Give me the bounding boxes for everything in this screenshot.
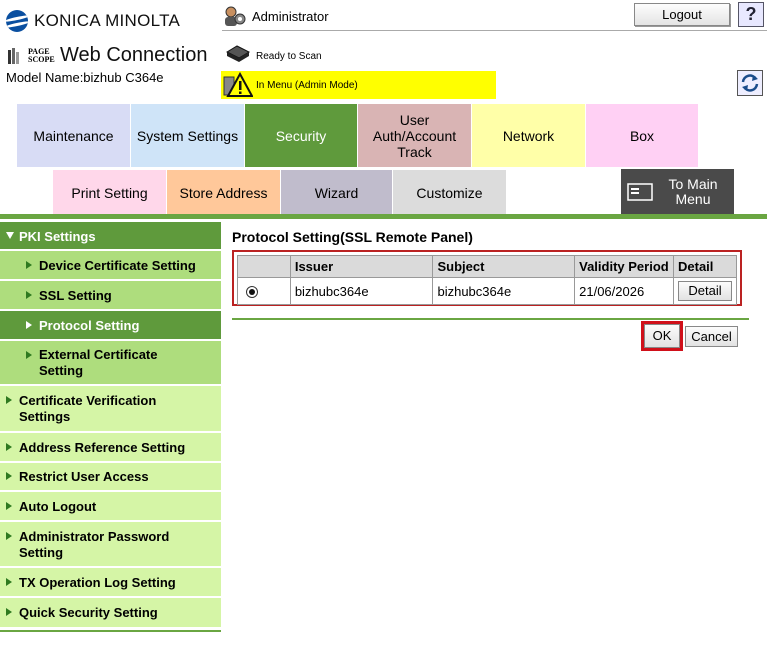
mode-status: In Menu (Admin Mode) [256,80,358,91]
konica-minolta-globe-icon [6,10,28,32]
sidebar-item-address-reference-setting[interactable]: Address Reference Setting [0,433,221,462]
tab-customize[interactable]: Customize [393,170,506,215]
arrow-right-icon [6,608,12,616]
konica-minolta-logo: KONICA MINOLTA [6,8,206,34]
certificate-table: Issuer Subject Validity Period Detail bi… [237,255,737,305]
arrow-right-icon [6,472,12,480]
detail-cell: Detail [673,277,737,305]
sidebar-item-external-certificate-setting[interactable]: External Certificate Setting [0,341,221,385]
content-divider [232,318,749,320]
help-button[interactable]: ? [738,2,764,27]
refresh-icon[interactable] [737,70,763,96]
pagescope-small-text: PAGE SCOPE [28,46,55,64]
tab-divider [0,214,767,219]
user-label: Administrator [252,9,329,24]
sidebar-item-label: Address Reference Setting [19,440,186,455]
sidebar-item-label: Protocol Setting [39,318,140,333]
tab-security[interactable]: Security [245,104,357,167]
table-row: bizhubc364e bizhubc364e 21/06/2026 Detai… [237,277,737,305]
tab-print-setting[interactable]: Print Setting [53,170,166,215]
validity-cell: 21/06/2026 [574,277,674,305]
column-header-subject: Subject [432,255,576,278]
sidebar-item-quick-security-setting[interactable]: Quick Security Setting [0,598,221,628]
subject-cell: bizhubc364e [432,277,576,305]
sidebar-item-certificate-verification-settings[interactable]: Certificate Verification Settings [0,386,221,432]
sidebar-item-device-certificate-setting[interactable]: Device Certificate Setting [0,251,221,280]
scan-status: Ready to Scan [256,51,322,62]
tab-system-settings[interactable]: System Settings [131,104,244,167]
arrow-right-icon [26,321,32,329]
arrow-right-icon [6,578,12,586]
sidebar-item-auto-logout[interactable]: Auto Logout [0,492,221,521]
sidebar-item-label: Restrict User Access [19,469,149,484]
sidebar-item-administrator-password-setting[interactable]: Administrator Password Setting [0,522,221,567]
expanded-triangle-icon [6,232,14,239]
pagescope-title: PAGE SCOPE Web Connection [6,44,208,67]
sidebar-item-ssl-setting[interactable]: SSL Setting [0,281,221,310]
arrow-right-icon [6,532,12,540]
tab-user-auth-account-track[interactable]: User Auth/Account Track [358,104,471,167]
arrow-right-icon [26,351,32,359]
to-main-menu-label: To Main Menu [668,176,718,207]
ok-button[interactable]: OK [644,324,680,348]
sidebar-item-label: Quick Security Setting [19,605,158,620]
arrow-right-icon [26,291,32,299]
certificate-radio[interactable] [246,286,258,299]
tab-maintenance[interactable]: Maintenance [17,104,130,167]
sidebar-item-protocol-setting[interactable]: Protocol Setting [0,311,221,340]
sidebar-item-label: External Certificate Setting [39,347,158,378]
column-header-validity-period: Validity Period [574,255,674,278]
arrow-right-icon [26,261,32,269]
sidebar-item-label: Device Certificate Setting [39,258,196,273]
sidebar-item-label: TX Operation Log Setting [19,575,176,590]
main-menu-icon [627,183,653,201]
page-title: Protocol Setting(SSL Remote Panel) [232,229,473,245]
cancel-button[interactable]: Cancel [685,326,738,347]
model-name: Model Name:bizhub C364e [6,70,164,85]
sidebar-item-pki-settings[interactable]: PKI Settings [0,222,221,250]
administrator-icon [225,6,246,26]
sidebar-item-label: Auto Logout [19,499,97,514]
column-header-detail: Detail [673,255,737,278]
warning-icon [223,72,253,97]
scanner-status-icon [225,45,251,62]
to-main-menu-button[interactable]: To Main Menu [621,169,734,215]
detail-button[interactable]: Detail [678,281,732,301]
sidebar-item-label: Certificate Verification Settings [19,393,157,424]
logout-button[interactable]: Logout [634,3,730,26]
arrow-right-icon [6,502,12,510]
sidebar-item-label: PKI Settings [19,229,96,244]
sidebar-item-label: Administrator Password Setting [19,529,170,560]
tab-box[interactable]: Box [586,104,698,167]
sidebar-item-label: SSL Setting [39,288,112,303]
pagescope-icon [8,47,19,64]
product-title: Web Connection [60,44,208,66]
arrow-right-icon [6,443,12,451]
table-header-row: Issuer Subject Validity Period Detail [237,255,737,278]
mode-status-bar: In Menu (Admin Mode) [221,71,496,99]
logo-text: KONICA MINOLTA [34,11,181,30]
arrow-right-icon [6,396,12,404]
column-header-issuer: Issuer [289,255,434,278]
sidebar-bottom-divider [0,630,221,632]
certificate-table-frame: Issuer Subject Validity Period Detail bi… [232,250,742,306]
column-header-select [237,255,291,278]
tab-store-address[interactable]: Store Address [167,170,280,215]
tab-wizard[interactable]: Wizard [281,170,392,215]
issuer-cell: bizhubc364e [289,277,434,305]
sidebar-item-restrict-user-access[interactable]: Restrict User Access [0,463,221,491]
tab-network[interactable]: Network [472,104,585,167]
select-cell [237,277,291,305]
sidebar-item-tx-operation-log-setting[interactable]: TX Operation Log Setting [0,568,221,597]
